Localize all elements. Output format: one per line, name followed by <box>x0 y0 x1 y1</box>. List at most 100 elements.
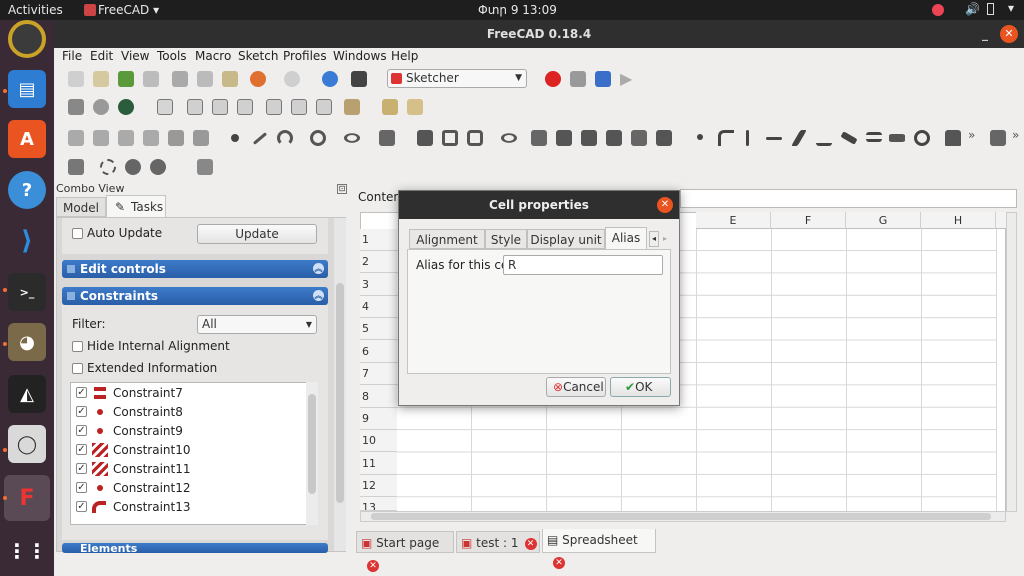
content-input[interactable] <box>680 189 1017 208</box>
tab-scroll-left-icon[interactable]: ◂ <box>649 231 659 247</box>
stop-macro-icon[interactable] <box>570 71 586 87</box>
collapse-icon[interactable]: ︽ <box>313 290 324 301</box>
parallel-constraint-icon[interactable] <box>791 130 807 146</box>
map-sketch-icon[interactable] <box>143 130 159 146</box>
sheet-vertical-scrollbar[interactable] <box>1006 212 1017 512</box>
tasks-scrollbar[interactable] <box>334 218 346 551</box>
row-header[interactable]: 2 <box>360 251 397 273</box>
isometric-view-icon[interactable] <box>157 99 173 115</box>
list-item[interactable]: ✓ Constraint10 <box>72 441 304 460</box>
row-header[interactable]: 11 <box>360 452 397 475</box>
collapse-icon[interactable]: ︽ <box>313 263 324 274</box>
symmetric-constraint-icon[interactable] <box>889 134 905 142</box>
construction-circle-icon[interactable] <box>100 159 116 175</box>
filter-select[interactable]: All ▼ <box>197 315 317 334</box>
rear-view-icon[interactable] <box>266 99 282 115</box>
column-header[interactable]: F <box>771 212 846 229</box>
menu-windows[interactable]: Windows <box>333 49 387 63</box>
hide-internal-checkbox[interactable] <box>72 341 83 352</box>
checkbox-checked[interactable]: ✓ <box>76 387 87 398</box>
menu-edit[interactable]: Edit <box>90 49 113 63</box>
checkbox-checked[interactable]: ✓ <box>76 425 87 436</box>
column-header[interactable]: G <box>846 212 921 229</box>
tangent-constraint-icon[interactable] <box>840 131 858 145</box>
lock-constraint-icon[interactable] <box>945 130 961 146</box>
fit-all-icon[interactable] <box>68 99 84 115</box>
edit-controls-header[interactable]: Edit controls ︽ <box>62 260 328 278</box>
rectangle-icon[interactable] <box>442 130 458 146</box>
inkscape-icon[interactable]: ◭ <box>8 375 46 413</box>
block-constraint-icon[interactable] <box>914 130 930 146</box>
external-geometry-icon[interactable] <box>606 130 622 146</box>
menu-view[interactable]: View <box>121 49 149 63</box>
new-sketch-icon[interactable] <box>68 130 84 146</box>
close-icon[interactable]: ✕ <box>367 559 379 572</box>
carbon-copy-icon[interactable] <box>631 130 647 146</box>
rhythmbox-icon[interactable] <box>8 20 46 58</box>
app-menu[interactable]: FreeCAD ▾ <box>98 3 159 17</box>
tab-alias[interactable]: Alias <box>605 227 647 249</box>
menu-macro[interactable]: Macro <box>195 49 231 63</box>
copy-icon[interactable] <box>197 71 213 87</box>
close-icon[interactable]: ✕ <box>553 556 565 569</box>
elements-header[interactable]: Elements <box>62 543 328 553</box>
polygon-icon[interactable] <box>467 130 483 146</box>
construction-mode-icon[interactable] <box>656 130 672 146</box>
measure-icon[interactable] <box>344 99 360 115</box>
clock[interactable]: Փտր 9 13:09 <box>478 3 557 17</box>
horizontal-constraint-icon[interactable] <box>766 137 782 140</box>
tab-style[interactable]: Style <box>485 229 527 249</box>
search-tool-icon[interactable]: ◯ <box>8 425 46 463</box>
cut-icon[interactable] <box>172 71 188 87</box>
redo-icon[interactable] <box>284 71 300 87</box>
validate-sketch-icon[interactable] <box>193 130 209 146</box>
list-scrollbar[interactable] <box>306 382 318 525</box>
close-window-icon[interactable]: ✕ <box>1000 25 1018 43</box>
trim-icon[interactable] <box>556 130 572 146</box>
row-header[interactable]: 8 <box>360 385 397 408</box>
menu-file[interactable]: File <box>62 49 82 63</box>
battery-icon[interactable] <box>987 3 994 15</box>
leave-sketch-icon[interactable] <box>93 130 109 146</box>
volume-icon[interactable]: 🔊 <box>965 2 980 16</box>
point-icon[interactable] <box>231 134 239 142</box>
save-icon[interactable] <box>118 71 134 87</box>
tab-start-page[interactable]: ▣ Start page ✕ <box>356 531 454 572</box>
activities-button[interactable]: Activities <box>8 3 63 17</box>
row-header[interactable]: 5 <box>360 318 397 340</box>
checkbox-checked[interactable]: ✓ <box>76 482 87 493</box>
column-header[interactable]: E <box>696 212 771 229</box>
tab-scroll-right-icon[interactable]: ▸ <box>660 231 670 247</box>
help-icon[interactable]: ? <box>8 171 46 209</box>
draw-style-icon[interactable] <box>118 99 134 115</box>
front-view-icon[interactable] <box>187 99 203 115</box>
minimize-icon[interactable]: _ <box>982 20 988 48</box>
checkbox-checked[interactable]: ✓ <box>76 463 87 474</box>
update-button[interactable]: Update <box>197 224 317 244</box>
polyline-icon[interactable] <box>417 130 433 146</box>
bspline-icon[interactable] <box>379 130 395 146</box>
list-item[interactable]: ✓ Constraint9 <box>72 422 304 441</box>
vscode-icon[interactable]: ⟩ <box>8 222 46 260</box>
tab-model[interactable]: Model <box>56 197 106 217</box>
open-file-icon[interactable] <box>93 71 109 87</box>
point-on-object-icon[interactable] <box>718 130 734 146</box>
tab-alignment[interactable]: Alignment <box>409 229 485 249</box>
radius-constraint-icon[interactable] <box>990 130 1006 146</box>
delete-all-geometry-icon[interactable] <box>197 159 213 175</box>
auto-update-checkbox[interactable] <box>72 228 83 239</box>
undo-icon[interactable] <box>250 71 266 87</box>
reorient-sketch-icon[interactable] <box>168 130 184 146</box>
bottom-view-icon[interactable] <box>291 99 307 115</box>
top-view-icon[interactable] <box>212 99 228 115</box>
checkbox-checked[interactable]: ✓ <box>76 501 87 512</box>
right-view-icon[interactable] <box>237 99 253 115</box>
run-macro-icon[interactable]: ▶ <box>620 71 636 87</box>
new-file-icon[interactable] <box>68 71 84 87</box>
workbench-selector[interactable]: Sketcher ▼ <box>387 69 527 88</box>
row-header[interactable]: 10 <box>360 430 397 452</box>
freecad-icon[interactable]: F <box>4 475 50 521</box>
terminal-icon[interactable]: >_ <box>8 273 46 311</box>
tab-spreadsheet[interactable]: ▤ Spreadsheet ✕ <box>542 529 656 569</box>
system-menu-icon[interactable]: ▾ <box>1008 1 1014 15</box>
